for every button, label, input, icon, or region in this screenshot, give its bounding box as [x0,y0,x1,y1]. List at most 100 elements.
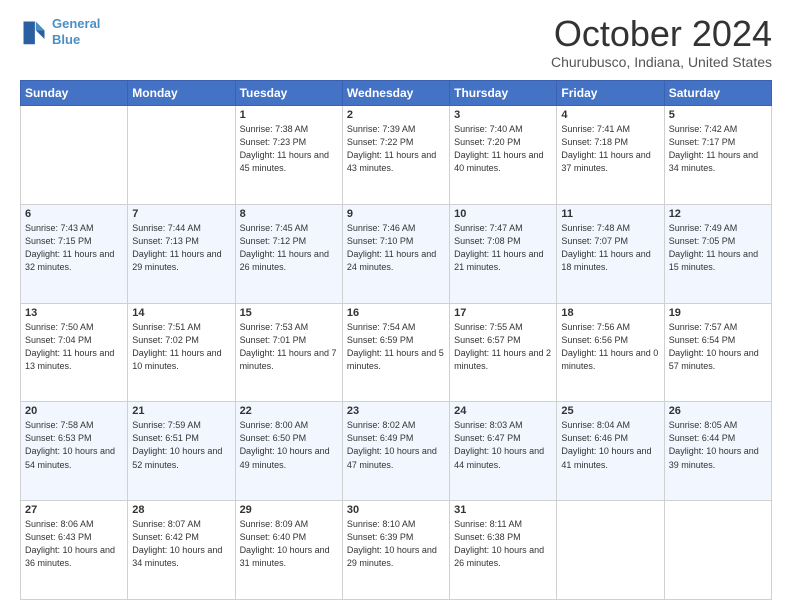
day-number: 22 [240,405,338,417]
calendar-cell: 19 Sunrise: 7:57 AMSunset: 6:54 PMDayligh… [664,303,771,402]
calendar-cell: 21Sunrise: 7:59 AMSunset: 6:51 PMDayligh… [128,402,235,501]
calendar-cell: 12 Sunrise: 7:49 AMSunset: 7:05 PMDayligh… [664,204,771,303]
calendar-cell: 18 Sunrise: 7:56 AMSunset: 6:56 PMDayligh… [557,303,664,402]
title-block: October 2024 Churubusco, Indiana, United… [551,16,772,70]
calendar-cell: 31Sunrise: 8:11 AMSunset: 6:38 PMDayligh… [450,501,557,600]
day-number: 19 [669,307,767,319]
day-number: 8 [240,208,338,220]
day-number: 5 [669,109,767,121]
day-info: Sunrise: 7:44 AMSunset: 7:13 PMDaylight:… [132,222,230,274]
day-info: Sunrise: 8:07 AMSunset: 6:42 PMDaylight:… [132,518,230,570]
day-info: Sunrise: 7:56 AMSunset: 6:56 PMDaylight:… [561,321,659,373]
calendar-cell: 16 Sunrise: 7:54 AMSunset: 6:59 PMDayligh… [342,303,449,402]
day-number: 10 [454,208,552,220]
calendar-cell: 15Sunrise: 7:53 AMSunset: 7:01 PMDayligh… [235,303,342,402]
day-info: Sunrise: 7:41 AMSunset: 7:18 PMDaylight:… [561,123,659,175]
day-info: Sunrise: 8:02 AMSunset: 6:49 PMDaylight:… [347,419,445,471]
calendar-week-row: 27 Sunrise: 8:06 AMSunset: 6:43 PMDayligh… [21,501,772,600]
logo: General Blue [20,16,100,47]
calendar-cell: 9 Sunrise: 7:46 AMSunset: 7:10 PMDaylight… [342,204,449,303]
day-number: 17 [454,307,552,319]
calendar-cell: 24Sunrise: 8:03 AMSunset: 6:47 PMDayligh… [450,402,557,501]
day-info: Sunrise: 7:50 AMSunset: 7:04 PMDaylight:… [25,321,123,373]
day-number: 27 [25,504,123,516]
calendar-cell: 26 Sunrise: 8:05 AMSunset: 6:44 PMDayligh… [664,402,771,501]
day-number: 2 [347,109,445,121]
day-number: 24 [454,405,552,417]
calendar-cell: 29 Sunrise: 8:09 AMSunset: 6:40 PMDayligh… [235,501,342,600]
page: General Blue October 2024 Churubusco, In… [0,0,792,612]
day-info: Sunrise: 7:46 AMSunset: 7:10 PMDaylight:… [347,222,445,274]
month-title: October 2024 [551,16,772,52]
calendar-header: SundayMondayTuesdayWednesdayThursdayFrid… [21,81,772,106]
calendar-cell: 1 Sunrise: 7:38 AMSunset: 7:23 PMDaylight… [235,106,342,205]
weekday-header: Sunday [21,81,128,106]
weekday-header: Wednesday [342,81,449,106]
day-info: Sunrise: 8:09 AMSunset: 6:40 PMDaylight:… [240,518,338,570]
calendar-cell: 27 Sunrise: 8:06 AMSunset: 6:43 PMDayligh… [21,501,128,600]
day-number: 23 [347,405,445,417]
day-number: 28 [132,504,230,516]
day-info: Sunrise: 7:55 AMSunset: 6:57 PMDaylight:… [454,321,552,373]
calendar-cell [664,501,771,600]
day-number: 29 [240,504,338,516]
day-number: 21 [132,405,230,417]
day-number: 31 [454,504,552,516]
day-info: Sunrise: 7:39 AMSunset: 7:22 PMDaylight:… [347,123,445,175]
day-number: 20 [25,405,123,417]
calendar-cell [128,106,235,205]
header: General Blue October 2024 Churubusco, In… [20,16,772,70]
calendar-cell: 10 Sunrise: 7:47 AMSunset: 7:08 PMDayligh… [450,204,557,303]
weekday-header: Saturday [664,81,771,106]
calendar-cell: 20 Sunrise: 7:58 AMSunset: 6:53 PMDayligh… [21,402,128,501]
calendar-cell: 4 Sunrise: 7:41 AMSunset: 7:18 PMDaylight… [557,106,664,205]
weekday-row: SundayMondayTuesdayWednesdayThursdayFrid… [21,81,772,106]
day-number: 25 [561,405,659,417]
logo-general: General [52,16,100,31]
weekday-header: Friday [557,81,664,106]
day-number: 1 [240,109,338,121]
day-info: Sunrise: 8:05 AMSunset: 6:44 PMDaylight:… [669,419,767,471]
day-number: 30 [347,504,445,516]
calendar-cell: 22 Sunrise: 8:00 AMSunset: 6:50 PMDayligh… [235,402,342,501]
day-number: 4 [561,109,659,121]
day-info: Sunrise: 8:04 AMSunset: 6:46 PMDaylight:… [561,419,659,471]
calendar-cell: 2 Sunrise: 7:39 AMSunset: 7:22 PMDaylight… [342,106,449,205]
day-info: Sunrise: 7:47 AMSunset: 7:08 PMDaylight:… [454,222,552,274]
logo-blue: Blue [52,32,80,47]
day-info: Sunrise: 7:38 AMSunset: 7:23 PMDaylight:… [240,123,338,175]
day-number: 16 [347,307,445,319]
day-number: 26 [669,405,767,417]
day-number: 18 [561,307,659,319]
day-info: Sunrise: 7:48 AMSunset: 7:07 PMDaylight:… [561,222,659,274]
day-number: 11 [561,208,659,220]
day-info: Sunrise: 7:43 AMSunset: 7:15 PMDaylight:… [25,222,123,274]
calendar-week-row: 6Sunrise: 7:43 AMSunset: 7:15 PMDaylight… [21,204,772,303]
weekday-header: Thursday [450,81,557,106]
day-info: Sunrise: 7:49 AMSunset: 7:05 PMDaylight:… [669,222,767,274]
day-info: Sunrise: 8:00 AMSunset: 6:50 PMDaylight:… [240,419,338,471]
logo-text: General Blue [52,16,100,47]
day-info: Sunrise: 7:54 AMSunset: 6:59 PMDaylight:… [347,321,445,373]
day-info: Sunrise: 7:53 AMSunset: 7:01 PMDaylight:… [240,321,338,373]
day-number: 3 [454,109,552,121]
calendar-cell [557,501,664,600]
calendar-cell: 7Sunrise: 7:44 AMSunset: 7:13 PMDaylight… [128,204,235,303]
day-info: Sunrise: 7:45 AMSunset: 7:12 PMDaylight:… [240,222,338,274]
calendar-cell: 5Sunrise: 7:42 AMSunset: 7:17 PMDaylight… [664,106,771,205]
day-info: Sunrise: 8:06 AMSunset: 6:43 PMDaylight:… [25,518,123,570]
calendar-cell [21,106,128,205]
day-number: 9 [347,208,445,220]
day-number: 13 [25,307,123,319]
day-info: Sunrise: 7:57 AMSunset: 6:54 PMDaylight:… [669,321,767,373]
day-number: 12 [669,208,767,220]
day-info: Sunrise: 7:58 AMSunset: 6:53 PMDaylight:… [25,419,123,471]
weekday-header: Monday [128,81,235,106]
location: Churubusco, Indiana, United States [551,54,772,70]
day-info: Sunrise: 7:40 AMSunset: 7:20 PMDaylight:… [454,123,552,175]
logo-icon [20,18,48,46]
calendar-cell: 23 Sunrise: 8:02 AMSunset: 6:49 PMDayligh… [342,402,449,501]
calendar-cell: 14Sunrise: 7:51 AMSunset: 7:02 PMDayligh… [128,303,235,402]
calendar-cell: 25 Sunrise: 8:04 AMSunset: 6:46 PMDayligh… [557,402,664,501]
day-number: 14 [132,307,230,319]
